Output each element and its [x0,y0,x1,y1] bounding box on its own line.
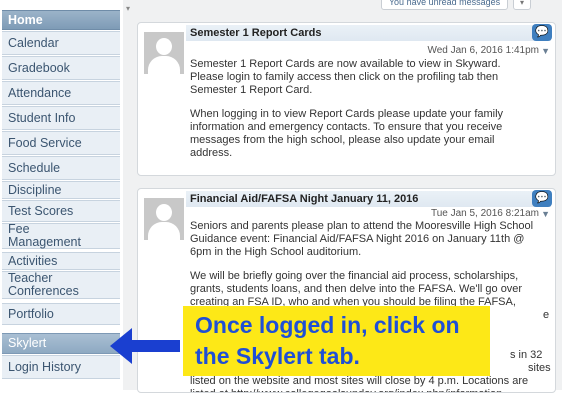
arrow-left-icon [110,328,180,364]
message-menu-icon[interactable]: ▼ [541,46,550,56]
message-paragraph: When logging in to view Report Cards ple… [190,108,504,159]
sidebar-item-label: Fee Management [8,222,81,249]
sidebar-item-label: Attendance [8,85,72,100]
reply-bubble-icon[interactable]: 💬 [532,24,552,41]
callout-line: the Skylert tab. [195,343,360,369]
sidebar-item-label: Test Scores [8,203,74,218]
sidebar-item-label: Portfolio [8,306,54,321]
sidebar-item-label: Food Service [8,135,82,150]
message-date: Tue Jan 5, 2016 8:21am [430,208,539,219]
sidebar-item-discipline[interactable]: Discipline [2,181,120,199]
sidebar-item-label: Home [8,12,43,27]
sidebar-item-schedule[interactable]: Schedule [2,156,120,180]
sidebar-item-food-service[interactable]: Food Service [2,131,120,155]
message-menu-icon[interactable]: ▼ [541,209,550,219]
sidebar-item-student-info[interactable]: Student Info [2,106,120,130]
message-partial-text: s in 32 [510,349,543,361]
message-partial-text: e [543,309,550,321]
sidebar-item-attendance[interactable]: Attendance [2,81,120,105]
settings-dropdown-icon[interactable]: ▾ [513,0,531,10]
sidebar-nav: Home Calendar Gradebook Attendance Stude… [0,0,123,390]
sidebar-item-label: Student Info [8,110,76,125]
sidebar-item-label: Activities [8,253,58,268]
sidebar-item-skylert[interactable]: Skylert [2,333,120,354]
sidebar-item-teacher-conferences[interactable]: Teacher Conferences [2,271,120,299]
message-title: Semester 1 Report Cards [190,27,322,39]
reply-bubble-icon[interactable]: 💬 [532,190,552,207]
message-paragraph: Seniors and parents please plan to atten… [190,220,534,258]
message-header: Semester 1 Report Cards [186,25,551,41]
sidebar-item-label: Schedule [8,160,61,175]
sidebar-item-label: Teacher Conferences [8,271,79,298]
callout-line: Once logged in, click on [195,312,460,338]
sidebar-item-label: Login History [8,359,81,374]
message-header: Financial Aid/FAFSA Night January 11, 20… [186,191,551,207]
sidebar-item-calendar[interactable]: Calendar [2,31,120,55]
message-title: Financial Aid/FAFSA Night January 11, 20… [190,193,419,205]
sidebar-item-label: Discipline [8,182,62,197]
sidebar-item-test-scores[interactable]: Test Scores [2,200,120,222]
message-card: Semester 1 Report Cards 💬 Wed Jan 6, 201… [137,22,556,176]
message-body: Semester 1 Report Cards are now availabl… [190,58,535,171]
avatar [144,198,184,240]
chevron-down-icon[interactable]: ▾ [126,4,130,13]
unread-messages-button[interactable]: You have unread messages [381,0,508,10]
message-partial-text: sites [528,362,551,374]
sidebar-item-label: Gradebook [8,60,70,75]
sidebar-item-login-history[interactable]: Login History [2,355,120,379]
message-date: Wed Jan 6, 2016 1:41pm [427,45,539,56]
instruction-callout: Once logged in, click on the Skylert tab… [183,306,490,376]
sidebar-item-label: Calendar [8,35,59,50]
sidebar-item-home[interactable]: Home [2,10,120,30]
message-paragraph: Semester 1 Report Cards are now availabl… [190,58,501,96]
avatar [144,32,184,74]
sidebar-item-portfolio[interactable]: Portfolio [2,303,120,325]
message-paragraph: listed on the website and most sites wil… [190,375,529,392]
sidebar-item-activities[interactable]: Activities [2,252,120,270]
sidebar-item-label: Skylert [8,336,47,350]
sidebar-item-fee-management[interactable]: Fee Management [2,223,120,249]
sidebar-item-gradebook[interactable]: Gradebook [2,56,120,80]
